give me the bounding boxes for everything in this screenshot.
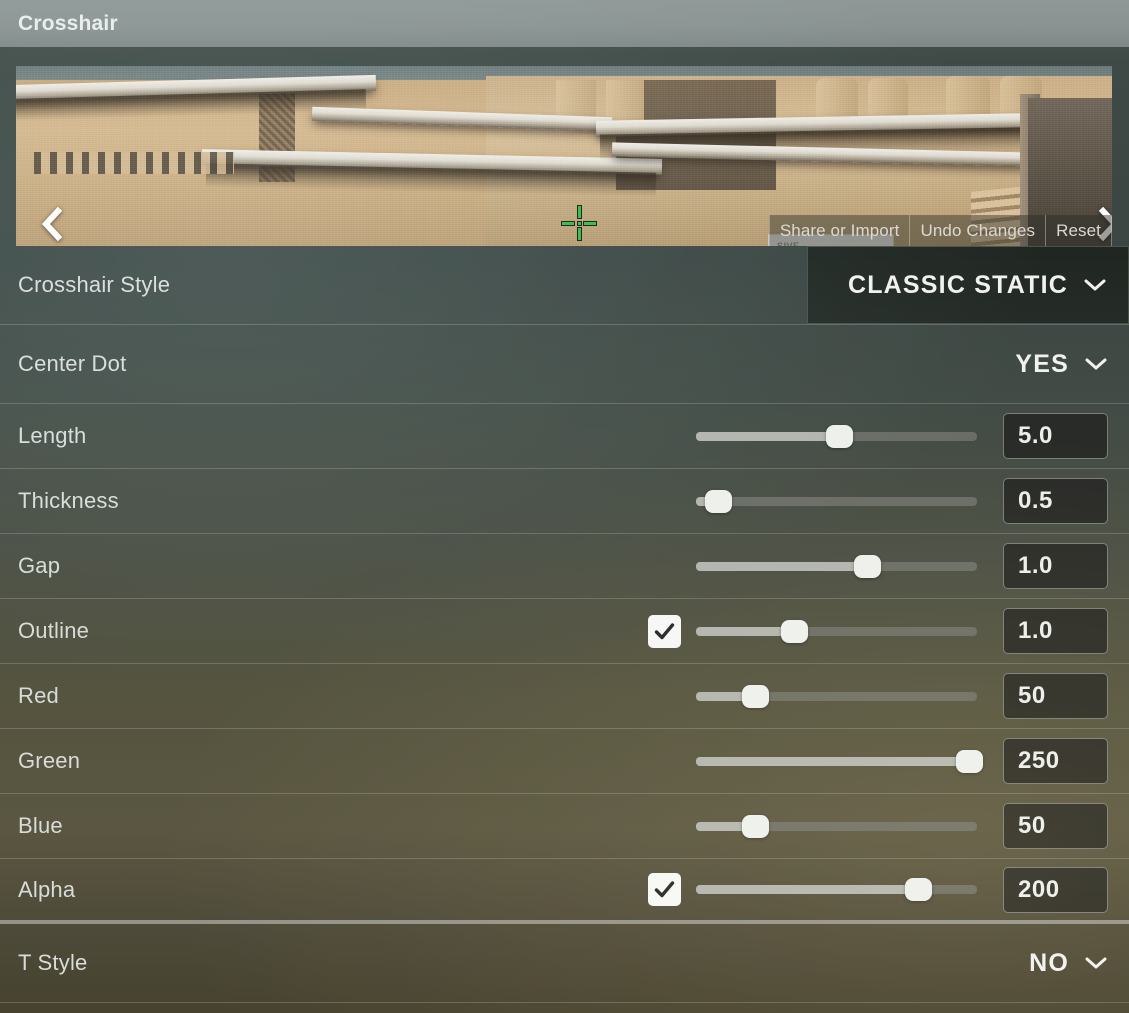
crosshair-overlay — [561, 205, 597, 241]
crosshair-line-top — [577, 205, 582, 219]
outline-checkbox[interactable] — [648, 614, 681, 648]
share-or-import-button[interactable]: Share or Import — [768, 215, 910, 246]
setting-row-t-style: T Style NO — [0, 924, 1129, 1003]
length-slider-thumb[interactable] — [826, 424, 854, 448]
alpha-slider[interactable] — [696, 878, 977, 901]
blue-value-field[interactable]: 50 — [1003, 803, 1108, 849]
green-slider-fill — [696, 756, 969, 766]
outline-slider-fill — [696, 626, 795, 636]
setting-row-blue: Blue 50 — [0, 794, 1129, 859]
blue-slider[interactable] — [696, 814, 977, 838]
check-icon — [654, 622, 675, 639]
red-slider[interactable] — [696, 684, 977, 708]
setting-row-red: Red 50 — [0, 664, 1129, 729]
preview-action-buttons: Share or Import Undo Changes Reset — [768, 215, 1112, 246]
thickness-slider[interactable] — [696, 489, 977, 513]
alpha-slider-fill — [696, 885, 918, 894]
outline-slider-thumb[interactable] — [781, 619, 809, 643]
outline-label: Outline — [18, 618, 90, 643]
gap-value-field[interactable]: 1.0 — [1003, 543, 1108, 589]
setting-row-length: Length 5.0 — [0, 404, 1129, 469]
green-slider-thumb[interactable] — [955, 749, 983, 773]
setting-row-green: Green 250 — [0, 729, 1129, 794]
crosshair-settings-page: Crosshair Share or Import Undo Changes R… — [0, 0, 1129, 1013]
settings-list: Crosshair Style CLASSIC STATIC Center Do… — [0, 246, 1129, 1003]
blue-slider-thumb[interactable] — [742, 814, 769, 838]
length-label: Length — [18, 423, 87, 448]
red-value-field[interactable]: 50 — [1003, 673, 1108, 719]
thickness-slider-thumb[interactable] — [705, 489, 733, 513]
green-label: Green — [18, 748, 81, 773]
crosshair-line-bottom — [577, 227, 582, 241]
setting-row-outline: Outline 1.0 — [0, 599, 1129, 664]
reset-button[interactable]: Reset — [1045, 215, 1112, 246]
crosshair-line-right — [583, 221, 597, 226]
chevron-down-icon — [1084, 279, 1106, 291]
red-label: Red — [18, 683, 59, 708]
length-value-field[interactable]: 5.0 — [1003, 413, 1108, 459]
alpha-label: Alpha — [18, 876, 76, 902]
length-slider[interactable] — [696, 424, 977, 448]
crosshair-style-label: Crosshair Style — [18, 272, 171, 297]
alpha-value-field[interactable]: 200 — [1003, 866, 1108, 913]
chevron-down-icon — [1085, 358, 1107, 370]
center-dot-label: Center Dot — [18, 351, 127, 376]
outline-value-field[interactable]: 1.0 — [1003, 608, 1108, 654]
gap-slider-thumb[interactable] — [854, 554, 882, 578]
thickness-value-field[interactable]: 0.5 — [1003, 478, 1108, 524]
check-icon — [654, 881, 675, 898]
length-slider-fill — [696, 431, 840, 441]
crosshair-center-dot — [577, 221, 582, 226]
crosshair-preview[interactable]: SIVE Share or Import Undo — [16, 66, 1112, 246]
page-title: Crosshair — [18, 11, 118, 35]
t-style-value: NO — [1029, 948, 1069, 977]
thickness-label: Thickness — [18, 488, 119, 513]
crosshair-style-dropdown[interactable]: CLASSIC STATIC — [806, 246, 1129, 324]
alpha-checkbox[interactable] — [648, 873, 681, 906]
green-value-field[interactable]: 250 — [1003, 738, 1108, 784]
green-slider[interactable] — [696, 749, 983, 773]
blue-label: Blue — [18, 813, 63, 838]
setting-row-gap: Gap 1.0 — [0, 534, 1129, 599]
setting-row-alpha: Alpha 200 — [0, 859, 1129, 924]
page-header: Crosshair — [0, 0, 1129, 47]
chevron-left-icon[interactable] — [34, 206, 68, 242]
center-dot-value: YES — [1015, 349, 1069, 378]
setting-row-crosshair-style: Crosshair Style CLASSIC STATIC — [0, 246, 1129, 325]
crosshair-line-left — [561, 221, 575, 226]
outline-slider[interactable] — [696, 619, 977, 643]
crosshair-style-value: CLASSIC STATIC — [847, 270, 1068, 299]
gap-label: Gap — [18, 553, 61, 578]
setting-row-center-dot: Center Dot YES — [0, 325, 1129, 404]
undo-changes-button[interactable]: Undo Changes — [909, 215, 1046, 246]
red-slider-thumb[interactable] — [742, 684, 769, 708]
setting-row-thickness: Thickness 0.5 — [0, 469, 1129, 534]
t-style-dropdown[interactable]: NO — [989, 924, 1129, 1002]
center-dot-dropdown[interactable]: YES — [975, 325, 1129, 403]
gap-slider[interactable] — [696, 554, 977, 578]
gap-slider-fill — [696, 561, 868, 571]
t-style-label: T Style — [18, 950, 88, 975]
alpha-slider-thumb[interactable] — [904, 878, 932, 901]
chevron-down-icon — [1085, 957, 1107, 969]
